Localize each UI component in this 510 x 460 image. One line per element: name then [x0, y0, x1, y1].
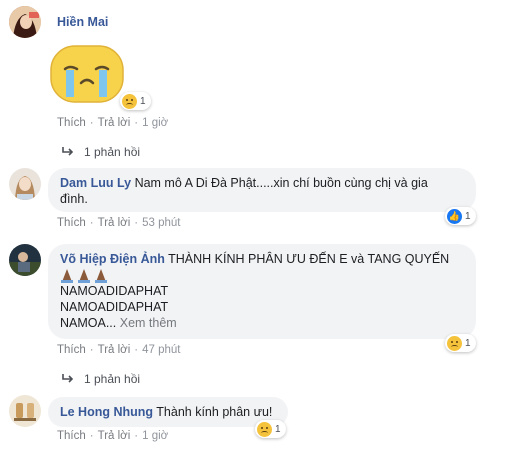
comment-bubble: Le Hong Nhung Thành kính phân ưu! [48, 397, 288, 427]
like-link[interactable]: Thích [57, 217, 86, 229]
comment-text-line: NAMOADIDAPHAT [60, 284, 169, 298]
comment-bubble: Dam Luu Ly Nam mô A Di Đà Phật.....xin c… [48, 168, 476, 212]
sad-reaction-icon [447, 335, 462, 351]
comment-bubble: Võ Hiệp Điện Ảnh THÀNH KÍNH PHÂN ƯU ĐẾN … [48, 244, 476, 339]
comment-text-line: NAMOA... [60, 316, 117, 330]
reply-arrow-icon [62, 145, 74, 159]
reaction-count: 1 [465, 337, 471, 349]
sad-reaction-icon [122, 93, 137, 109]
like-link[interactable]: Thích [57, 344, 86, 356]
comment-author[interactable]: Dam Luu Ly [60, 176, 131, 190]
avatar-dam-luu-ly[interactable] [9, 168, 41, 200]
avatar-image [9, 395, 41, 427]
reply-arrow-icon [62, 372, 74, 386]
praying-hands-icon [61, 269, 107, 283]
comment-text: Nam mô A Di Đà Phật.....xin chí buồn cùn… [134, 176, 428, 190]
comment-author[interactable]: Hiền Mai [57, 15, 108, 29]
timestamp[interactable]: 53 phút [142, 217, 180, 229]
see-more-link[interactable]: Xem thêm [120, 316, 177, 330]
replies-count: 1 phản hồi [84, 372, 141, 386]
comment-text: Thành kính phân ưu! [156, 405, 273, 419]
timestamp[interactable]: 47 phút [142, 344, 180, 356]
reply-link[interactable]: Trả lời [98, 430, 131, 442]
reply-link[interactable]: Trả lời [98, 217, 131, 229]
comment-text: THÀNH KÍNH PHÂN ƯU ĐẾN E và TANG QUYẾN [168, 252, 450, 266]
avatar-image [9, 244, 41, 276]
crying-face-sticker [50, 45, 124, 108]
view-replies[interactable]: 1 phản hồi [62, 145, 140, 159]
sad-reaction-icon [257, 421, 272, 437]
replies-count: 1 phản hồi [84, 145, 141, 159]
avatar-vo-hiep[interactable] [9, 244, 41, 276]
view-replies[interactable]: 1 phản hồi [62, 372, 140, 386]
reply-link[interactable]: Trả lời [98, 117, 131, 129]
reaction-count: 1 [275, 423, 281, 435]
comment-text-line: NAMOADIDAPHAT [60, 300, 169, 314]
like-reaction-icon: 👍 [447, 208, 462, 224]
timestamp[interactable]: 1 giờ [142, 430, 168, 442]
reaction-badge[interactable]: 1 [255, 420, 286, 438]
comment-actions: Thích · Trả lời · 1 giờ [57, 430, 169, 442]
reaction-badge[interactable]: 1 [120, 92, 151, 110]
comment-actions: Thích · Trả lời · 1 giờ [57, 117, 169, 129]
avatar-image [9, 6, 41, 38]
reaction-badge[interactable]: 👍 1 [445, 207, 476, 225]
reaction-count: 1 [465, 210, 471, 222]
avatar-image [9, 168, 41, 200]
comment-actions: Thích · Trả lời · 53 phút [57, 217, 181, 229]
like-link[interactable]: Thích [57, 117, 86, 129]
comment-text-cont: đình. [60, 192, 88, 206]
avatar-hien-mai[interactable] [9, 6, 41, 38]
praying-hands-row [60, 267, 464, 283]
comment-author[interactable]: Võ Hiệp Điện Ảnh [60, 252, 165, 266]
avatar-le-hong-nhung[interactable] [9, 395, 41, 427]
comment-actions: Thích · Trả lời · 47 phút [57, 344, 181, 356]
reply-link[interactable]: Trả lời [98, 344, 131, 356]
reaction-badge[interactable]: 1 [445, 334, 476, 352]
reaction-count: 1 [140, 95, 146, 107]
like-link[interactable]: Thích [57, 430, 86, 442]
comment-author[interactable]: Le Hong Nhung [60, 405, 153, 419]
timestamp[interactable]: 1 giờ [142, 117, 168, 129]
